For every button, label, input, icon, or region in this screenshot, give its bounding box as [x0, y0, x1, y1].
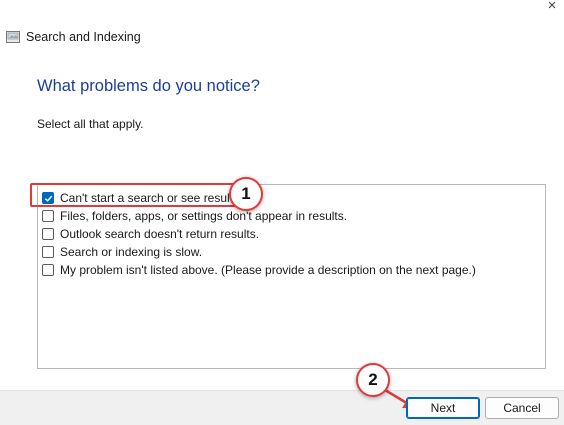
- cancel-button[interactable]: Cancel: [485, 397, 559, 419]
- next-button[interactable]: Next: [406, 397, 480, 419]
- annotation-badge-2: 2: [356, 363, 390, 397]
- annotation-arrow: [384, 388, 414, 408]
